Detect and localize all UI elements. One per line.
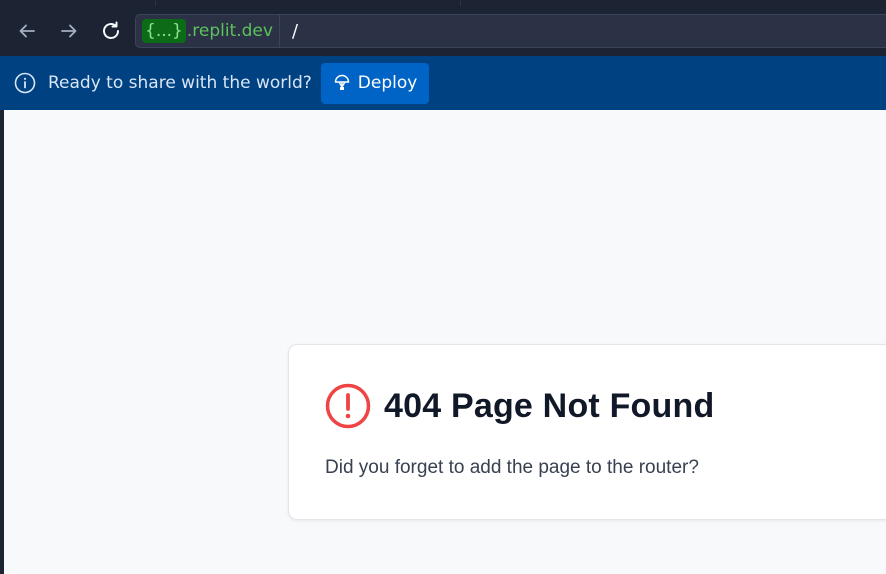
deploy-icon <box>334 74 350 92</box>
tab-strip <box>155 0 461 6</box>
page-title: 404 Page Not Found <box>384 386 715 425</box>
forward-button[interactable] <box>56 18 82 44</box>
web-preview: 404 Page Not Found Did you forget to add… <box>4 110 886 574</box>
alert-circle-icon <box>325 383 371 429</box>
banner-message: Ready to share with the world? <box>48 73 312 93</box>
arrow-right-icon <box>59 21 79 41</box>
domain-highlight: {...} <box>142 19 186 43</box>
not-found-card: 404 Page Not Found Did you forget to add… <box>288 344 886 520</box>
address-bar[interactable]: {...} .replit.dev / <box>135 14 886 48</box>
deploy-banner: Ready to share with the world? Deploy <box>0 56 886 110</box>
deploy-label: Deploy <box>357 73 418 93</box>
arrow-left-icon <box>17 21 37 41</box>
back-button[interactable] <box>14 18 40 44</box>
deploy-button[interactable]: Deploy <box>320 62 430 104</box>
url-path[interactable]: / <box>292 21 298 42</box>
browser-toolbar: {...} .replit.dev / <box>0 0 886 56</box>
error-message: Did you forget to add the page to the ro… <box>325 457 699 478</box>
domain-display[interactable]: {...} .replit.dev <box>136 15 280 47</box>
info-icon <box>13 71 37 95</box>
domain-suffix: .replit.dev <box>186 21 273 41</box>
card-header: 404 Page Not Found <box>325 383 714 429</box>
reload-button[interactable] <box>98 18 124 44</box>
reload-icon <box>100 20 122 42</box>
